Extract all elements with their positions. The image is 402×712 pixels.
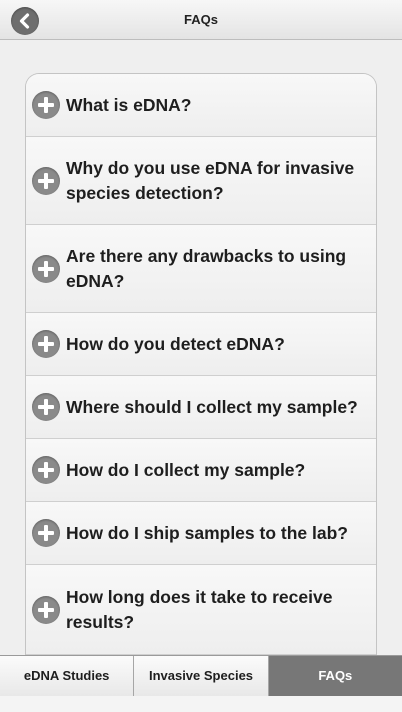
page-title: FAQs (184, 12, 218, 27)
tab-bar: eDNA Studies Invasive Species FAQs (0, 655, 402, 696)
tab-faqs[interactable]: FAQs (268, 656, 402, 696)
plus-icon (32, 91, 60, 119)
faq-question: Where should I collect my sample? (66, 396, 358, 417)
faq-question: How long does it take to receive results… (66, 586, 333, 632)
plus-icon (32, 166, 60, 195)
app-header: FAQs (0, 0, 402, 40)
faq-item-ship-samples[interactable]: How do I ship samples to the lab? (26, 502, 376, 565)
faq-item-detect-edna[interactable]: How do you detect eDNA? (26, 313, 376, 376)
faq-item-where-collect[interactable]: Where should I collect my sample? (26, 376, 376, 439)
faq-item-drawbacks[interactable]: Are there any drawbacks to using eDNA? (26, 225, 376, 313)
faq-content: What is eDNA? Why do you use eDNA for in… (0, 40, 402, 655)
plus-icon (32, 595, 60, 624)
faq-item-why-edna[interactable]: Why do you use eDNA for invasive species… (26, 137, 376, 225)
faq-question: What is eDNA? (66, 94, 192, 115)
plus-icon (32, 519, 60, 547)
faq-question: How do you detect eDNA? (66, 333, 285, 354)
plus-icon (32, 254, 60, 283)
tab-edna-studies[interactable]: eDNA Studies (0, 656, 135, 696)
plus-icon (32, 393, 60, 421)
bottom-strip (0, 696, 402, 712)
faq-question: How do I collect my sample? (66, 459, 306, 480)
tab-invasive-species[interactable]: Invasive Species (134, 656, 269, 696)
faq-question: Why do you use eDNA for invasive species… (66, 157, 355, 203)
faq-item-receive-results[interactable]: How long does it take to receive results… (26, 565, 376, 655)
faq-item-what-is-edna[interactable]: What is eDNA? (26, 74, 376, 137)
plus-icon (32, 456, 60, 484)
faq-question: Are there any drawbacks to using eDNA? (66, 245, 347, 291)
faq-question: How do I ship samples to the lab? (66, 522, 348, 543)
plus-icon (32, 330, 60, 358)
faq-list: What is eDNA? Why do you use eDNA for in… (25, 73, 377, 655)
faq-item-how-collect[interactable]: How do I collect my sample? (26, 439, 376, 502)
